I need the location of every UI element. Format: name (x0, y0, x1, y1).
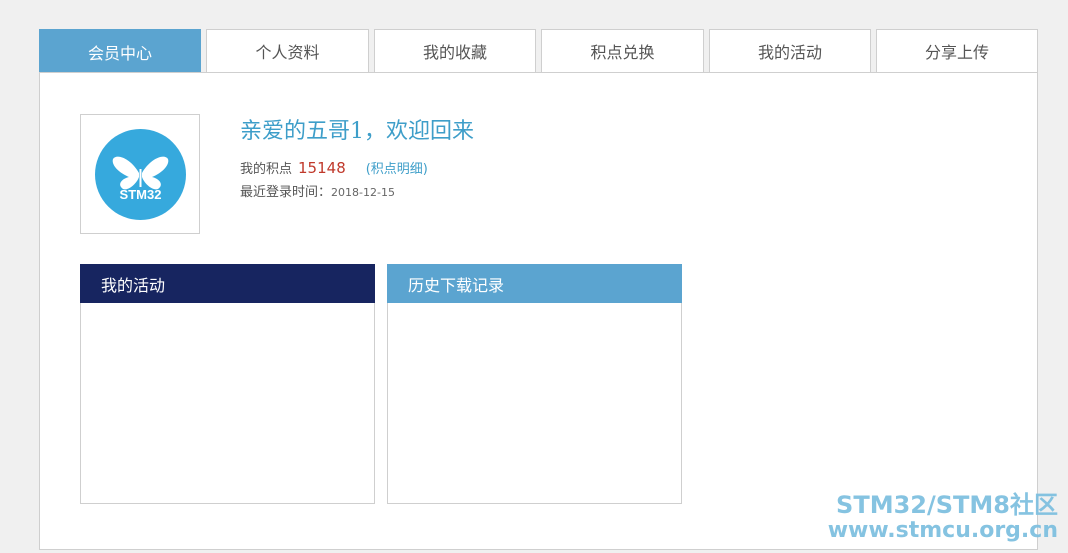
tab-member-center[interactable]: 会员中心 (39, 29, 201, 73)
member-tabs: 会员中心 个人资料 我的收藏 积点兑换 我的活动 分享上传 (39, 29, 1038, 73)
stm32-logo: STM32 (95, 129, 186, 220)
points-label: 我的积点 (240, 162, 293, 177)
tab-profile[interactable]: 个人资料 (206, 29, 369, 72)
welcome-message: 亲爱的五哥1，欢迎回来 (240, 119, 474, 144)
tab-favorites[interactable]: 我的收藏 (374, 29, 536, 72)
tab-share-upload[interactable]: 分享上传 (876, 29, 1038, 72)
points-detail-link[interactable]: (积点明细) (366, 162, 428, 177)
watermark-line1: STM32/STM8社区 (836, 491, 1058, 519)
avatar[interactable]: STM32 (80, 114, 200, 234)
download-history-title[interactable]: 历史下载记录 (387, 264, 682, 303)
site-watermark: STM32/STM8社区 www.stmcu.org.cn (828, 492, 1058, 544)
butterfly-icon (112, 156, 169, 190)
last-login-date: 2018-12-15 (331, 186, 395, 199)
points-line: 我的积点 15148 (积点明细) (240, 158, 428, 177)
tab-points-exchange[interactable]: 积点兑换 (541, 29, 704, 72)
download-history-box: 历史下载记录 (387, 264, 682, 504)
my-activities-title[interactable]: 我的活动 (80, 264, 375, 303)
avatar-text: STM32 (119, 187, 162, 202)
points-value: 15148 (298, 159, 346, 177)
watermark-line2: www.stmcu.org.cn (827, 518, 1058, 543)
last-login-label: 最近登录时间： (240, 185, 332, 200)
tab-my-activities[interactable]: 我的活动 (709, 29, 871, 72)
my-activities-box: 我的活动 (80, 264, 375, 504)
last-login-line: 最近登录时间：2018-12-15 (240, 181, 395, 200)
